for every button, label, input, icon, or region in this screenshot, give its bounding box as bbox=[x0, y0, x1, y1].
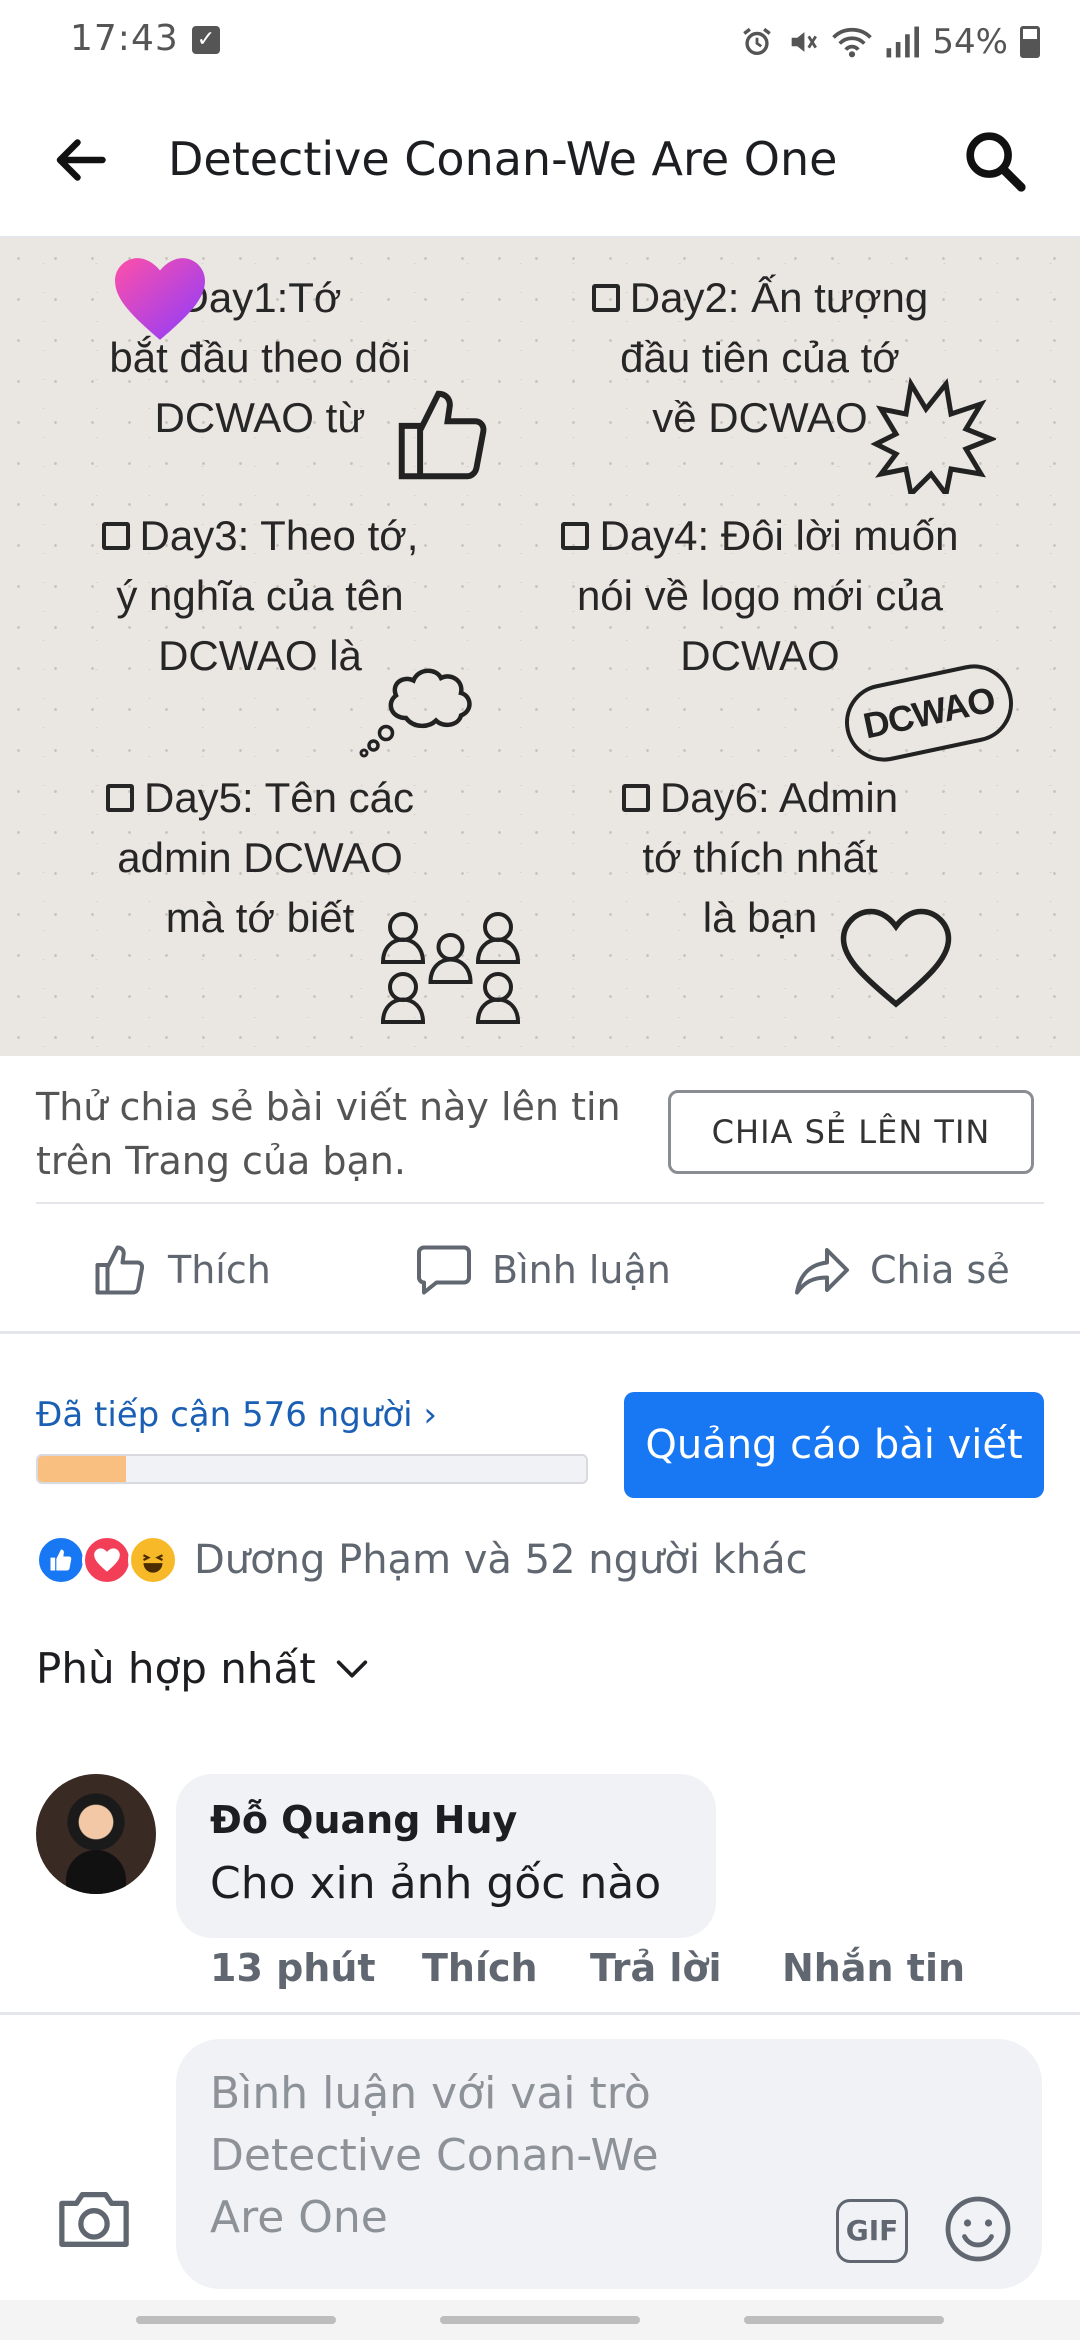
heart-outline-doodle-icon bbox=[840, 908, 952, 1008]
comment-bubble[interactable]: Đỗ Quang Huy Cho xin ảnh gốc nào bbox=[176, 1774, 716, 1938]
boost-post-button[interactable]: Quảng cáo bài viết bbox=[624, 1392, 1044, 1498]
mute-icon bbox=[792, 32, 818, 52]
comment-text: Cho xin ảnh gốc nào bbox=[210, 1858, 662, 1909]
back-arrow-icon[interactable] bbox=[50, 130, 110, 190]
comment-sort-dropdown[interactable]: Phù hợp nhất bbox=[36, 1644, 372, 1693]
gif-button[interactable]: GIF bbox=[836, 2199, 908, 2263]
like-label: Thích bbox=[168, 1248, 271, 1292]
comment-bubble-icon bbox=[417, 1245, 471, 1295]
camera-icon[interactable] bbox=[56, 2185, 132, 2251]
reactions-summary[interactable]: Dương Phạm và 52 người khác bbox=[36, 1532, 808, 1588]
love-reaction-icon bbox=[82, 1535, 132, 1585]
divider bbox=[36, 1202, 1044, 1204]
alarm-icon bbox=[743, 27, 772, 56]
like-reaction-icon bbox=[36, 1535, 86, 1585]
nav-home-button[interactable] bbox=[440, 2316, 640, 2324]
comment-composer: Bình luận với vai trò Detective Conan-We… bbox=[0, 2012, 1080, 2300]
sort-label: Phù hợp nhất bbox=[36, 1644, 316, 1693]
comment-author[interactable]: Đỗ Quang Huy bbox=[210, 1798, 517, 1842]
thought-cloud-doodle-icon bbox=[359, 668, 472, 758]
comment-input-box[interactable]: Bình luận với vai trò Detective Conan-We… bbox=[176, 2039, 1042, 2289]
comment-time: 13 phút bbox=[210, 1946, 376, 1990]
chevron-right-icon: › bbox=[423, 1395, 438, 1435]
system-nav-bar bbox=[0, 2300, 1080, 2340]
notification-check-icon: ✓ bbox=[192, 26, 220, 54]
checkbox-icon bbox=[105, 783, 134, 812]
emoji-icon[interactable] bbox=[942, 2193, 1014, 2265]
share-to-story-button[interactable]: CHIA SẺ LÊN TIN bbox=[668, 1090, 1034, 1174]
post-action-bar: Thích Bình luận Chia sẻ bbox=[0, 1206, 1080, 1334]
heart-sticker-icon bbox=[115, 258, 205, 340]
share-button[interactable]: Chia sẻ bbox=[792, 1240, 1010, 1300]
comment-button[interactable]: Bình luận bbox=[414, 1240, 671, 1300]
day5-label: Day5: Tên các admin DCWAO mà tớ biết bbox=[117, 774, 415, 941]
comment-like-button[interactable]: Thích bbox=[422, 1946, 538, 1990]
haha-reaction-icon bbox=[128, 1535, 178, 1585]
wifi-icon bbox=[832, 27, 873, 58]
checkbox-icon bbox=[101, 521, 130, 550]
day3-label: Day3: Theo tớ, ý nghĩa của tên DCWAO là bbox=[116, 512, 419, 679]
search-icon[interactable] bbox=[960, 126, 1030, 196]
share-arrow-icon bbox=[795, 1248, 849, 1295]
reach-progress-bar bbox=[36, 1454, 588, 1484]
checkbox-icon bbox=[591, 283, 620, 312]
thumbs-up-doodle-icon bbox=[398, 390, 487, 480]
status-bar: 17:43 ✓ 54% bbox=[0, 0, 1080, 84]
reach-label: Đã tiếp cận 576 người bbox=[36, 1395, 413, 1435]
commenter-avatar[interactable] bbox=[36, 1774, 156, 1894]
like-button[interactable]: Thích bbox=[90, 1240, 271, 1300]
day4-text: Day4: Đôi lời muốn nói về logo mới của D… bbox=[540, 506, 980, 686]
post-image[interactable]: Day1:Tớ bắt đầu theo dõi DCWAO từ Day2: … bbox=[0, 238, 1080, 1056]
chevron-down-icon bbox=[336, 1660, 367, 1677]
status-time: 17:43 bbox=[70, 18, 179, 59]
comment-reply-button[interactable]: Trả lời bbox=[590, 1946, 722, 1990]
comment-label: Bình luận bbox=[492, 1248, 671, 1292]
nav-back-button[interactable] bbox=[744, 2316, 944, 2324]
burst-doodle-icon bbox=[870, 376, 996, 494]
nav-recents-button[interactable] bbox=[136, 2316, 336, 2324]
people-doodle-icon bbox=[380, 912, 521, 1024]
status-icons: 54% bbox=[740, 18, 1040, 66]
reach-progress-fill bbox=[38, 1456, 126, 1482]
signal-icon bbox=[886, 26, 920, 58]
comment-input[interactable]: Bình luận với vai trò Detective Conan-We… bbox=[210, 2063, 770, 2249]
battery-icon bbox=[1020, 26, 1040, 58]
page-header: Detective Conan-We Are One bbox=[0, 84, 1080, 238]
reach-link[interactable]: Đã tiếp cận 576 người › bbox=[36, 1395, 437, 1435]
checkbox-icon bbox=[561, 521, 590, 550]
day4-label: Day4: Đôi lời muốn nói về logo mới của D… bbox=[576, 512, 959, 679]
share-to-story-row: Thử chia sẻ bài viết này lên tin trên Tr… bbox=[0, 1056, 1080, 1206]
reactions-text: Dương Phạm và 52 người khác bbox=[194, 1537, 808, 1583]
share-label: Chia sẻ bbox=[870, 1248, 1010, 1292]
checkbox-icon bbox=[621, 783, 650, 812]
page-title: Detective Conan-We Are One bbox=[168, 132, 838, 186]
battery-percent: 54% bbox=[932, 22, 1008, 62]
share-prompt: Thử chia sẻ bài viết này lên tin trên Tr… bbox=[36, 1085, 621, 1183]
comment-message-button[interactable]: Nhắn tin bbox=[782, 1946, 965, 1990]
thumbs-up-icon bbox=[95, 1245, 145, 1295]
